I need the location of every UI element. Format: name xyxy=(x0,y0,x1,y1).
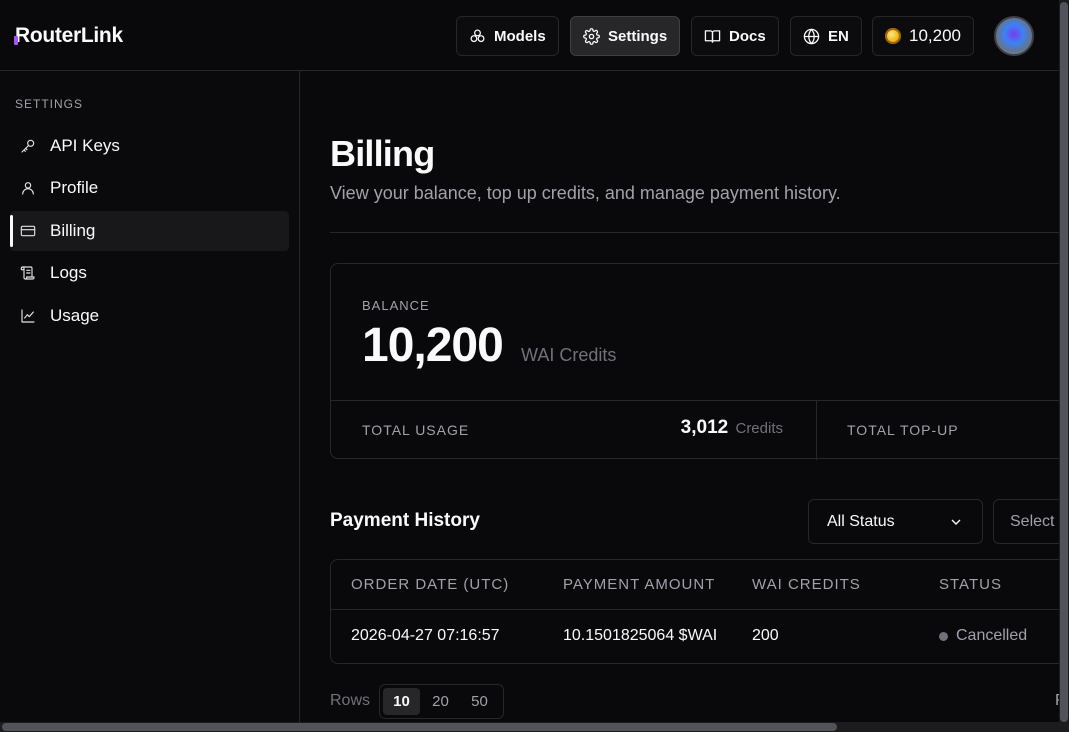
logo[interactable]: RouterLink xyxy=(15,24,123,48)
column-header[interactable]: ORDER DATE (UTC) xyxy=(351,576,509,593)
language-button[interactable]: EN xyxy=(790,16,862,56)
order-date-cell: 2026-04-27 07:16:57 xyxy=(351,627,500,644)
total-usage-unit: Credits xyxy=(735,420,783,437)
sidebar-title: SETTINGS xyxy=(15,97,84,111)
docs-label: Docs xyxy=(729,27,766,45)
sidebar-item-logs[interactable]: Logs xyxy=(10,253,289,293)
models-icon xyxy=(470,28,485,42)
docs-button[interactable]: Docs xyxy=(691,16,779,56)
credits-button[interactable]: 10,200 xyxy=(872,16,974,56)
secondary-filter-value: Select xyxy=(1010,512,1055,530)
total-topup-label: TOTAL TOP-UP xyxy=(847,422,959,438)
status-filter-value: All Status xyxy=(827,512,895,530)
column-header[interactable]: PAYMENT AMOUNT xyxy=(563,576,715,593)
sidebar-item-label: Logs xyxy=(50,263,87,282)
secondary-filter-select[interactable]: Select xyxy=(993,499,1059,544)
payment-history-title: Payment History xyxy=(330,510,480,531)
sidebar-item-label: Usage xyxy=(50,306,100,325)
divider xyxy=(331,609,1059,610)
status-filter-select[interactable]: All Status xyxy=(808,499,983,544)
rows-per-page-selector: 10 20 50 xyxy=(379,684,504,719)
balance-unit: WAI Credits xyxy=(521,345,617,365)
rows-option-20[interactable]: 20 xyxy=(422,688,459,715)
sidebar-item-usage[interactable]: Usage xyxy=(10,296,289,336)
rows-label: Rows xyxy=(330,692,371,709)
payment-history-table: ORDER DATE (UTC) PAYMENT AMOUNT WAI CRED… xyxy=(330,559,1059,664)
horizontal-scrollbar-thumb[interactable] xyxy=(2,723,837,731)
chevron-down-icon xyxy=(951,519,961,525)
sidebar-item-profile[interactable]: Profile xyxy=(10,168,289,208)
balance-value: 10,200 xyxy=(362,319,504,372)
sidebar-item-label: API Keys xyxy=(50,136,120,155)
models-label: Models xyxy=(494,27,546,45)
credits-value: 10,200 xyxy=(909,26,961,45)
sidebar-item-api-keys[interactable]: API Keys xyxy=(10,126,289,166)
settings-button[interactable]: Settings xyxy=(570,16,681,56)
payment-amount-cell: 10.1501825064 $WAI xyxy=(563,627,718,644)
column-header[interactable]: STATUS xyxy=(939,576,1002,593)
total-usage-label: TOTAL USAGE xyxy=(362,422,470,438)
balance-card: BALANCE 10,200 WAI Credits TOTAL USAGE 3… xyxy=(330,263,1059,460)
total-usage-value: 3,012 Credits xyxy=(681,417,783,439)
divider xyxy=(330,232,1059,233)
key-icon xyxy=(21,139,35,153)
book-icon xyxy=(704,29,721,43)
card-icon xyxy=(20,225,36,237)
language-label: EN xyxy=(828,27,849,45)
scroll-icon xyxy=(20,266,35,280)
page-title: Billing xyxy=(330,133,435,174)
rows-option-10[interactable]: 10 xyxy=(383,688,420,715)
column-header[interactable]: WAI CREDITS xyxy=(752,576,861,593)
sidebar-item-label: Billing xyxy=(50,221,96,240)
vertical-scrollbar[interactable] xyxy=(1059,0,1069,732)
balance-label: BALANCE xyxy=(362,298,430,313)
models-button[interactable]: Models xyxy=(456,16,559,56)
page-subtitle: View your balance, top up credits, and m… xyxy=(330,183,841,203)
sidebar-item-label: Profile xyxy=(50,178,99,197)
status-cell: Cancelled xyxy=(939,627,1027,645)
rows-option-50[interactable]: 50 xyxy=(461,688,498,715)
sidebar-item-billing[interactable]: Billing xyxy=(10,211,289,251)
globe-icon xyxy=(803,28,820,44)
top-header: RouterLink Models Settings Docs EN 10,20… xyxy=(0,0,1059,71)
vertical-scrollbar-thumb[interactable] xyxy=(1060,2,1068,722)
divider xyxy=(816,400,817,460)
gear-icon xyxy=(583,27,600,45)
user-icon xyxy=(22,182,34,195)
main-content: Billing View your balance, top up credit… xyxy=(300,71,1059,722)
status-dot-icon xyxy=(939,631,948,641)
horizontal-scrollbar[interactable] xyxy=(0,722,1059,732)
total-usage-number: 3,012 xyxy=(680,417,729,438)
settings-label: Settings xyxy=(608,27,668,45)
divider xyxy=(331,400,1059,401)
sidebar: SETTINGS API Keys Profile Billing Logs U… xyxy=(0,71,300,732)
chart-icon xyxy=(21,309,35,323)
status-text: Cancelled xyxy=(956,627,1028,644)
coin-icon xyxy=(885,28,901,44)
avatar[interactable] xyxy=(994,16,1034,56)
wai-credits-cell: 200 xyxy=(752,627,779,644)
